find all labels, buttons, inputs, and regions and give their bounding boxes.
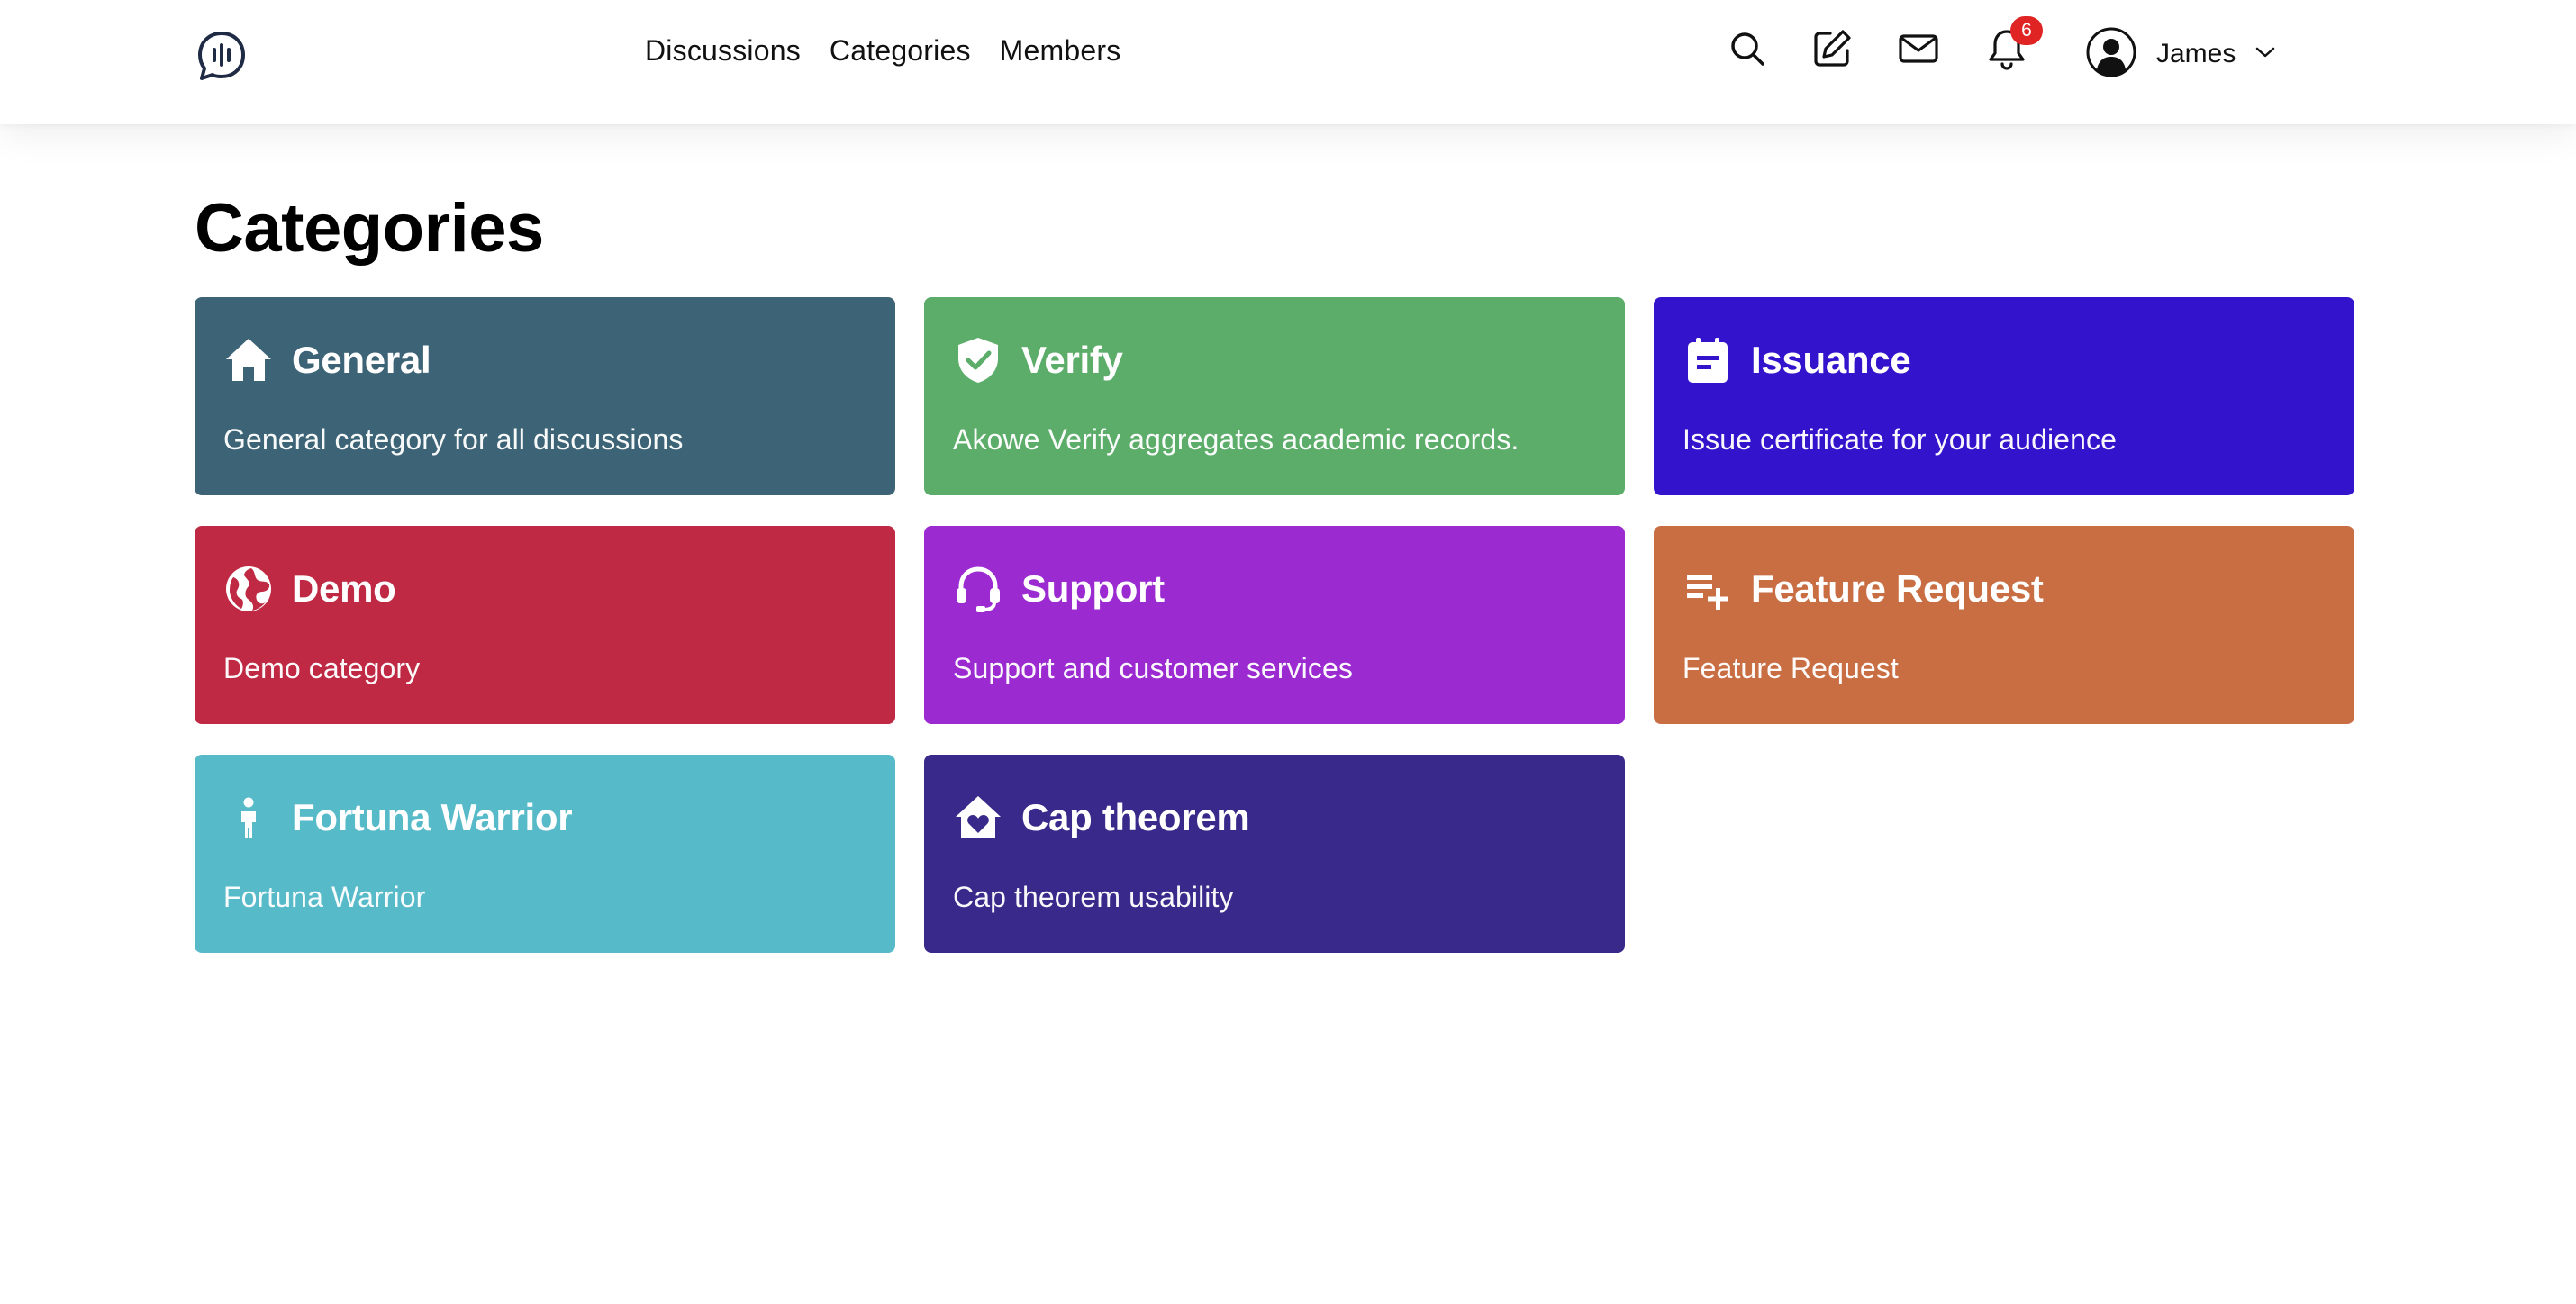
nav-categories-link[interactable]: Categories	[830, 31, 971, 70]
messages-button[interactable]	[1895, 27, 1942, 74]
category-description: Feature Request	[1683, 652, 1899, 684]
category-title: Demo	[292, 567, 396, 610]
clipboard-icon	[1683, 335, 1733, 385]
category-description: Issue certificate for your audience	[1683, 423, 2117, 456]
playlist-add-icon	[1683, 564, 1733, 614]
new-post-button[interactable]	[1809, 27, 1855, 74]
notification-count-badge: 6	[2010, 16, 2043, 45]
category-description: Demo category	[223, 652, 421, 684]
user-menu[interactable]: James	[2086, 27, 2275, 81]
category-title: Feature Request	[1751, 567, 2044, 610]
category-card-general[interactable]: General General category for all discuss…	[195, 297, 895, 495]
category-card-issuance[interactable]: Issuance Issue certificate for your audi…	[1654, 297, 2354, 495]
heart-house-icon	[953, 792, 1003, 843]
category-card-demo[interactable]: Demo Demo category	[195, 526, 895, 724]
chevron-down-icon	[2255, 46, 2275, 63]
category-card-support[interactable]: Support Support and customer services	[924, 526, 1625, 724]
category-title: Fortuna Warrior	[292, 796, 573, 838]
category-card-cap-theorem[interactable]: Cap theorem Cap theorem usability	[924, 755, 1625, 953]
category-card-feature-request[interactable]: Feature Request Feature Request	[1654, 526, 2354, 724]
category-description: Cap theorem usability	[953, 881, 1234, 913]
nav-members-link[interactable]: Members	[1000, 31, 1121, 70]
category-card-fortuna-warrior[interactable]: Fortuna Warrior Fortuna Warrior	[195, 755, 895, 953]
page-title: Categories	[195, 190, 544, 267]
mail-icon	[1897, 27, 1940, 75]
category-description: Support and customer services	[953, 652, 1353, 684]
main-nav: Discussions Categories Members	[645, 31, 1120, 70]
top-navigation-bar: Discussions Categories Members 6 James	[0, 0, 2576, 124]
search-button[interactable]	[1724, 27, 1771, 74]
search-icon	[1728, 29, 1767, 73]
category-title: General	[292, 339, 431, 381]
child-icon	[223, 792, 274, 843]
category-grid: General General category for all discuss…	[195, 297, 2354, 953]
edit-icon	[1810, 27, 1854, 75]
category-title: Cap theorem	[1021, 796, 1250, 838]
category-description: Fortuna Warrior	[223, 881, 426, 913]
headset-icon	[953, 564, 1003, 614]
category-description: Akowe Verify aggregates academic records…	[953, 423, 1519, 456]
forum-logo-icon[interactable]	[195, 29, 249, 83]
category-description: General category for all discussions	[223, 423, 684, 456]
globe-icon	[223, 564, 274, 614]
shield-check-icon	[953, 335, 1003, 385]
category-title: Support	[1021, 567, 1165, 610]
nav-discussions-link[interactable]: Discussions	[645, 31, 801, 70]
home-icon	[223, 335, 274, 385]
user-name: James	[2156, 39, 2236, 68]
category-title: Issuance	[1751, 339, 1911, 381]
category-card-verify[interactable]: Verify Akowe Verify aggregates academic …	[924, 297, 1625, 495]
avatar	[2086, 27, 2136, 82]
category-title: Verify	[1021, 339, 1123, 381]
